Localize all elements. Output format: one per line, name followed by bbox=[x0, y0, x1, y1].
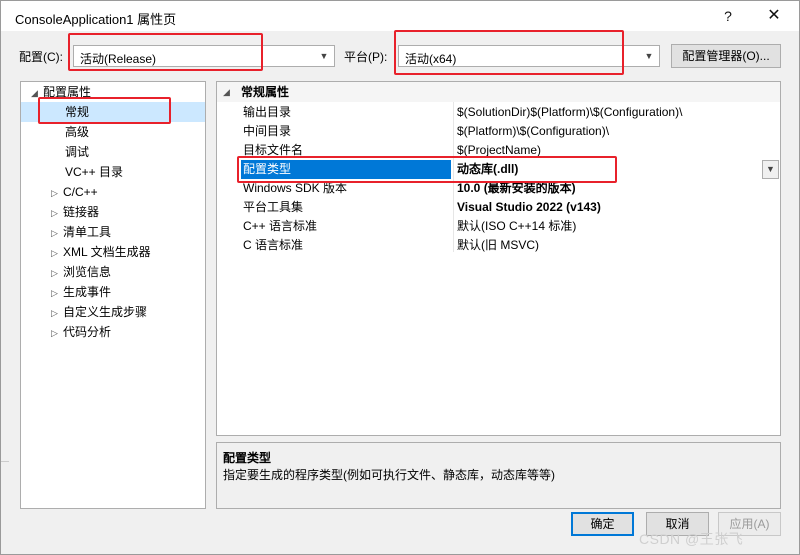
collapsed-triangle-icon[interactable]: ▷ bbox=[51, 303, 63, 323]
tree-root-label: 配置属性 bbox=[43, 85, 92, 99]
chevron-down-icon: ▼ bbox=[319, 51, 329, 61]
platform-label: 平台(P): bbox=[344, 50, 388, 64]
property-row-c-standard[interactable]: C 语言标准 默认(旧 MSVC) bbox=[217, 236, 780, 255]
property-row-config-type[interactable]: 配置类型 动态库(.dll) ▼ bbox=[217, 160, 780, 179]
properties-dialog: ConsoleApplication1 属性页 ? ✕ 配置(C): 活动(Re… bbox=[0, 0, 800, 555]
help-button[interactable]: ? bbox=[705, 1, 751, 31]
property-grid: ◢ 常规属性 输出目录 $(SolutionDir)$(Platform)\$(… bbox=[216, 81, 781, 436]
property-row-output-dir[interactable]: 输出目录 $(SolutionDir)$(Platform)\$(Configu… bbox=[217, 103, 780, 122]
property-name: 输出目录 bbox=[243, 105, 292, 119]
config-manager-button[interactable]: 配置管理器(O)... bbox=[671, 44, 781, 68]
description-text: 指定要生成的程序类型(例如可执行文件、静态库，动态库等等) bbox=[223, 468, 555, 482]
property-name: C 语言标准 bbox=[243, 238, 304, 252]
property-value[interactable]: $(Platform)\$(Configuration)\ bbox=[455, 122, 760, 141]
tree-item-browse-info[interactable]: ▷ 浏览信息 bbox=[51, 262, 111, 282]
close-button[interactable]: ✕ bbox=[751, 1, 797, 31]
property-row-target-name[interactable]: 目标文件名 $(ProjectName) bbox=[217, 141, 780, 160]
property-value[interactable]: 10.0 (最新安装的版本) bbox=[455, 179, 760, 198]
description-panel: 配置类型 指定要生成的程序类型(例如可执行文件、静态库，动态库等等) bbox=[216, 442, 781, 509]
tree-item-label: 浏览信息 bbox=[63, 265, 112, 279]
property-value[interactable]: 默认(ISO C++14 标准) bbox=[455, 217, 760, 236]
tree-item-cpp[interactable]: ▷ C/C++ bbox=[51, 182, 98, 202]
watermark: CSDN @王张飞 bbox=[639, 531, 744, 547]
ok-button[interactable]: 确定 bbox=[571, 512, 634, 536]
tree-item-label: 自定义生成步骤 bbox=[63, 305, 148, 319]
collapsed-triangle-icon[interactable]: ▷ bbox=[51, 263, 63, 283]
tree-item-label: 常规 bbox=[65, 105, 90, 119]
expanded-triangle-icon: ◢ bbox=[223, 87, 230, 97]
collapsed-triangle-icon[interactable]: ▷ bbox=[51, 323, 63, 343]
property-value[interactable]: $(SolutionDir)$(Platform)\$(Configuratio… bbox=[455, 103, 760, 122]
tree-item-label: C/C++ bbox=[63, 185, 98, 199]
tree-item-xml-doc-generator[interactable]: ▷ XML 文档生成器 bbox=[51, 242, 151, 262]
tree-item-advanced[interactable]: 高级 bbox=[65, 122, 89, 142]
property-value[interactable]: 默认(旧 MSVC) bbox=[455, 236, 760, 255]
property-tree: ◢ 配置属性 常规 高级 调试 VC++ 目录 ▷ C/C++ ▷ 链接器 ▷ 清单工具… bbox=[20, 81, 206, 509]
window-title: ConsoleApplication1 属性页 bbox=[15, 12, 177, 27]
property-value[interactable]: 动态库(.dll) bbox=[455, 160, 760, 179]
tree-item-manifest-tool[interactable]: ▷ 清单工具 bbox=[51, 222, 111, 242]
property-name: Windows SDK 版本 bbox=[243, 181, 348, 195]
collapsed-triangle-icon[interactable]: ▷ bbox=[51, 283, 63, 303]
property-row-windows-sdk[interactable]: Windows SDK 版本 10.0 (最新安装的版本) bbox=[217, 179, 780, 198]
config-select[interactable]: 活动(Release) ▼ bbox=[73, 45, 335, 67]
property-row-platform-toolset[interactable]: 平台工具集 Visual Studio 2022 (v143) bbox=[217, 198, 780, 217]
category-header[interactable]: ◢ 常规属性 bbox=[217, 82, 780, 102]
property-row-intermediate-dir[interactable]: 中间目录 $(Platform)\$(Configuration)\ bbox=[217, 122, 780, 141]
tree-item-label: 生成事件 bbox=[63, 285, 112, 299]
platform-select[interactable]: 活动(x64) ▼ bbox=[398, 45, 660, 67]
property-name: C++ 语言标准 bbox=[243, 219, 318, 233]
platform-select-value: 活动(x64) bbox=[405, 52, 457, 66]
collapsed-triangle-icon[interactable]: ▷ bbox=[51, 243, 63, 263]
chevron-down-icon: ▼ bbox=[644, 51, 654, 61]
tree-item-label: 高级 bbox=[65, 125, 90, 139]
chevron-down-icon[interactable]: ▼ bbox=[762, 160, 779, 179]
tree-item-code-analysis[interactable]: ▷ 代码分析 bbox=[51, 322, 111, 342]
collapsed-triangle-icon[interactable]: ▷ bbox=[51, 203, 63, 223]
tree-item-custom-build-step[interactable]: ▷ 自定义生成步骤 bbox=[51, 302, 147, 322]
tree-item-label: 链接器 bbox=[63, 205, 100, 219]
property-name: 配置类型 bbox=[241, 160, 451, 179]
description-title: 配置类型 bbox=[223, 451, 272, 465]
property-row-cpp-standard[interactable]: C++ 语言标准 默认(ISO C++14 标准) bbox=[217, 217, 780, 236]
tree-item-general[interactable]: 常规 bbox=[21, 102, 205, 122]
property-name: 目标文件名 bbox=[243, 143, 304, 157]
collapsed-triangle-icon[interactable]: ▷ bbox=[51, 223, 63, 243]
tree-item-label: XML 文档生成器 bbox=[63, 245, 151, 259]
tree-item-vc-directories[interactable]: VC++ 目录 bbox=[65, 162, 123, 182]
tree-item-build-events[interactable]: ▷ 生成事件 bbox=[51, 282, 111, 302]
property-name: 中间目录 bbox=[243, 124, 292, 138]
collapsed-triangle-icon[interactable]: ▷ bbox=[51, 183, 63, 203]
tree-item-label: 调试 bbox=[65, 145, 90, 159]
property-value[interactable]: $(ProjectName) bbox=[455, 141, 760, 160]
tree-root[interactable]: ◢ 配置属性 bbox=[31, 82, 91, 102]
config-select-value: 活动(Release) bbox=[80, 52, 157, 66]
tree-item-label: VC++ 目录 bbox=[65, 165, 124, 179]
category-title: 常规属性 bbox=[241, 85, 290, 99]
divider bbox=[1, 461, 9, 462]
tree-item-linker[interactable]: ▷ 链接器 bbox=[51, 202, 99, 222]
property-value[interactable]: Visual Studio 2022 (v143) bbox=[455, 198, 760, 217]
tree-item-label: 代码分析 bbox=[63, 325, 112, 339]
title-bar: ConsoleApplication1 属性页 ? ✕ bbox=[1, 1, 799, 31]
config-label: 配置(C): bbox=[19, 50, 63, 64]
tree-item-debugging[interactable]: 调试 bbox=[65, 142, 89, 162]
tree-item-label: 清单工具 bbox=[63, 225, 112, 239]
expanded-triangle-icon: ◢ bbox=[31, 88, 38, 98]
property-name: 平台工具集 bbox=[243, 200, 304, 214]
